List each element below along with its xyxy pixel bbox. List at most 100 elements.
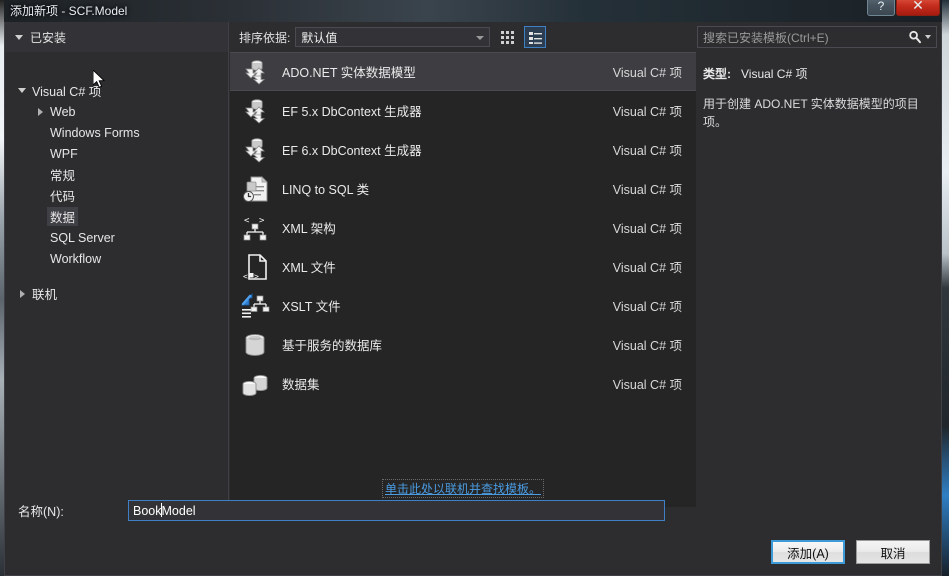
template-row[interactable]: ADO.NET 实体数据模型 Visual C# 项 [230,52,696,91]
template-name: XSLT 文件 [282,300,341,314]
template-icon-wrap [239,173,271,205]
template-row[interactable]: XSLT 文件 Visual C# 项 [230,286,696,325]
entity-data-model-icon [245,59,266,85]
template-kind: Visual C# 项 [612,66,682,80]
tree-item-label: Workflow [50,251,102,266]
tree-item-3[interactable]: WPF [5,143,228,164]
tree-item-label: Windows Forms [50,125,140,140]
tree-twisty-collapsed[interactable] [15,289,29,298]
linq-to-sql-icon [243,175,268,202]
dialog-body: 已安装 排序依据: 默认值 搜索已安装模板(Ctrl+E) Visual C# … [4,22,942,576]
template-name: 基于服务的数据库 [282,339,383,353]
template-list: ADO.NET 实体数据模型 Visual C# 项 EF 5.x DbConte… [230,52,696,507]
name-row: 名称(N): BookModel [5,489,941,531]
template-row[interactable]: < > XML 架构 Visual C# 项 [230,208,696,247]
window-title: 添加新项 - SCF.Model [10,4,128,18]
tree-item-2[interactable]: Windows Forms [5,122,228,143]
template-name: XML 架构 [282,222,336,236]
name-value-before-caret: Book [133,503,162,518]
chevron-down-icon [476,36,485,40]
tree-item-label: Web [50,104,76,119]
dialog-buttons: 添加(A) 取消 [760,540,930,564]
template-icon-wrap [239,368,271,400]
tile-view-icon [500,30,514,44]
template-kind: Visual C# 项 [612,144,682,158]
tree-item-7[interactable]: SQL Server [5,227,228,248]
template-row[interactable]: EF 5.x DbContext 生成器 Visual C# 项 [230,91,696,130]
detail-type-row: 类型: Visual C# 项 [703,65,929,82]
template-kind: Visual C# 项 [612,105,682,119]
xml-file-icon: < > [243,253,267,281]
sort-bar: 排序依据: 默认值 [230,22,696,52]
tree-item-label: WPF [50,146,78,161]
name-input-value: BookModel [133,502,196,518]
tree-item-8[interactable]: Workflow [5,248,228,269]
help-button[interactable]: ? [867,0,895,16]
cancel-button[interactable]: 取消 [856,540,930,564]
template-name: 数据集 [282,378,320,392]
details-panel: 类型: Visual C# 项 用于创建 ADO.NET 实体数据模型的项目项。 [697,52,941,507]
name-input[interactable]: BookModel [128,499,665,521]
tree-item-0[interactable]: Visual C# 项 [5,80,228,101]
tree-item-label: 数据 [47,207,79,226]
template-icon-wrap [239,95,271,127]
tree-item-4[interactable]: 常规 [5,164,228,185]
dialog-toolbar: 已安装 排序依据: 默认值 搜索已安装模板(Ctrl+E) [5,22,941,52]
template-icon-wrap [239,329,271,361]
template-icon-wrap: < > [239,212,271,244]
template-kind: Visual C# 项 [612,183,682,197]
detail-type-value: Visual C# 项 [741,67,808,81]
template-row[interactable]: 基于服务的数据库 Visual C# 项 [230,325,696,364]
category-tree: Visual C# 项 Web Windows Forms WPF 常规代码数据 SQL … [5,52,229,507]
template-kind: Visual C# 项 [612,339,682,353]
svg-text:<: < [243,272,248,281]
search-icon-wrap [908,30,922,44]
chevron-right-icon [37,107,43,116]
tree-item-label: 联机 [32,288,58,302]
tree-twisty-collapsed[interactable] [33,107,47,116]
tree-item-label: 常规 [50,169,76,183]
template-icon-wrap [239,290,271,322]
template-row[interactable]: EF 6.x DbContext 生成器 Visual C# 项 [230,130,696,169]
tree-item-5[interactable]: 代码 [5,185,228,206]
add-button[interactable]: 添加(A) [771,540,845,564]
template-name: ADO.NET 实体数据模型 [282,66,416,80]
tree-item-9[interactable]: 联机 [5,283,228,304]
list-view-button[interactable] [524,26,547,48]
xml-schema-icon: < > [243,216,267,240]
dataset-icon [242,374,268,396]
entity-data-model-icon [245,137,266,163]
installed-label: 已安装 [30,30,67,45]
search-box[interactable]: 搜索已安装模板(Ctrl+E) [697,26,937,48]
tree-item-1[interactable]: Web [5,101,228,122]
template-kind: Visual C# 项 [612,378,682,392]
template-row[interactable]: LINQ to SQL 类 Visual C# 项 [230,169,696,208]
tile-view-button[interactable] [496,26,518,48]
svg-text:>: > [259,216,265,226]
installed-header[interactable]: 已安装 [5,22,229,52]
tree-item-6[interactable]: 数据 [5,206,228,227]
title-bar: 添加新项 - SCF.Model ? ✕ [4,0,942,22]
tree-twisty-expanded[interactable] [15,88,29,93]
template-row[interactable]: 数据集 Visual C# 项 [230,364,696,403]
search-placeholder: 搜索已安装模板(Ctrl+E) [703,30,829,45]
tree-item-label: Visual C# 项 [32,85,102,99]
chevron-down-icon[interactable] [925,35,931,39]
template-name: XML 文件 [282,261,336,275]
sort-selected-value: 默认值 [301,30,338,45]
template-name: EF 6.x DbContext 生成器 [282,144,422,158]
search-icon [909,30,921,44]
xslt-file-icon [241,292,270,318]
sort-dropdown[interactable]: 默认值 [295,27,491,47]
name-label: 名称(N): [18,504,64,519]
detail-description: 用于创建 ADO.NET 实体数据模型的项目项。 [703,97,919,129]
svg-text:>: > [254,272,259,281]
chevron-right-icon [19,289,25,298]
close-button[interactable]: ✕ [896,0,940,16]
window-controls: ? ✕ [866,0,940,16]
tree-item-label: 代码 [50,190,76,204]
template-kind: Visual C# 项 [612,261,682,275]
svg-text:<: < [244,216,250,226]
template-row[interactable]: < > XML 文件 Visual C# 项 [230,247,696,286]
